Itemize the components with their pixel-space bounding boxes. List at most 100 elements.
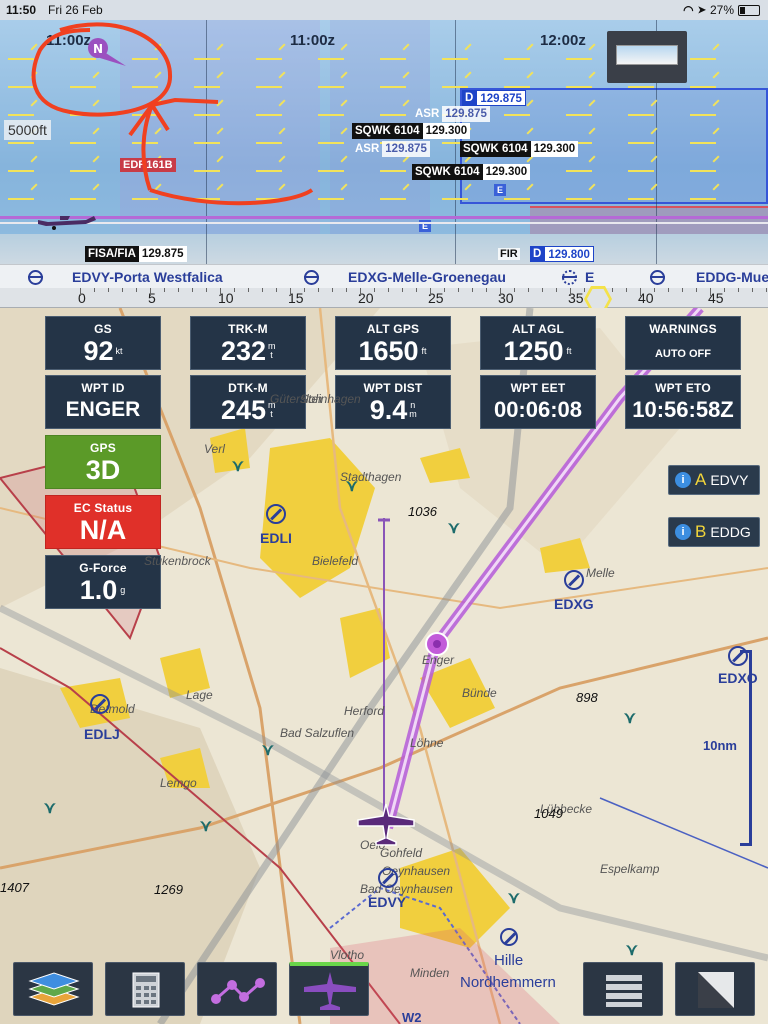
track-display[interactable]: TRK-M 232 mt (190, 316, 306, 370)
calculator-icon (132, 972, 160, 1008)
frequency-tag[interactable]: FISA/FIA 129.875 (85, 246, 187, 262)
wind-barb (566, 190, 592, 200)
split-screen-button[interactable] (675, 962, 755, 1016)
distance-minor-tick (178, 288, 179, 292)
svg-text:N: N (93, 42, 103, 56)
airport-label[interactable]: EDLJ (84, 726, 120, 742)
waypoint-a-button[interactable]: i A EDVY (668, 465, 760, 495)
distance-minor-tick (528, 288, 529, 292)
frequency-tag[interactable]: D 129.800 (530, 246, 594, 262)
distance-minor-tick (458, 288, 459, 292)
wind-barb (504, 50, 530, 60)
calculator-button[interactable] (105, 962, 185, 1016)
north-compass-icon[interactable]: N (84, 34, 128, 70)
frequency-tag[interactable]: SQWK 6104 129.300 (460, 141, 579, 157)
town-label: Lage (186, 688, 213, 702)
wind-barb (566, 50, 592, 60)
wind-barb (628, 134, 654, 144)
wind-barb (504, 78, 530, 88)
wind-barb (690, 106, 716, 116)
distance-minor-tick (556, 288, 557, 292)
frequency-tag[interactable]: ASR 129.875 (352, 141, 430, 157)
distance-minor-tick (80, 288, 81, 296)
distance-minor-tick (612, 288, 613, 292)
waypoint-b-button[interactable]: i B EDDG (668, 517, 760, 547)
alt-agl-display[interactable]: ALT AGL 1250 ft (480, 316, 596, 370)
route-waypoint[interactable]: E (585, 269, 594, 285)
frequency-tag[interactable]: SQWK 6104 129.300 (412, 164, 531, 180)
route-button[interactable] (197, 962, 277, 1016)
wind-turbine-icon: ⋎ (44, 800, 56, 817)
wind-barb (690, 134, 716, 144)
distance-minor-tick (500, 288, 501, 296)
distance-minor-tick (346, 288, 347, 292)
distance-minor-tick (766, 288, 767, 292)
vor-icon (562, 270, 577, 285)
distance-minor-tick (640, 288, 641, 296)
distance-minor-tick (332, 288, 333, 292)
annotation-drawing (31, 22, 314, 206)
distance-minor-tick (206, 288, 207, 292)
layers-icon (28, 972, 80, 1006)
warnings-display[interactable]: WARNINGS AUTO OFF (625, 316, 741, 370)
wpt-id-display[interactable]: WPT ID ENGER (45, 375, 161, 429)
distance-minor-tick (94, 288, 95, 292)
place-label: W2 (402, 1010, 422, 1024)
wind-barb (504, 190, 530, 200)
moving-map[interactable]: GS 92 kt TRK-M 232 mt ALT GPS 1650 ft ALT A… (0, 308, 768, 1024)
town-label: Bielefeld (312, 554, 359, 568)
map-scale-label: 10nm (703, 738, 737, 753)
airport-icon (304, 270, 319, 285)
gps-status-display[interactable]: GPS 3D (45, 435, 161, 489)
airport-icon[interactable] (90, 694, 110, 714)
distance-minor-tick (738, 288, 739, 292)
distance-minor-tick (696, 288, 697, 292)
airport-label[interactable]: EDXG (554, 596, 594, 612)
wind-barb (504, 106, 530, 116)
aircraft-position-icon (357, 803, 415, 846)
status-bar: 11:50 Fri 26 Feb ◠ ➤ 27% (0, 0, 768, 20)
layers-button[interactable] (13, 962, 93, 1016)
route-waypoint[interactable]: EDDG-Mue (696, 269, 768, 285)
wind-turbine-icon: ⋎ (448, 520, 460, 537)
elevation-label: 898 (576, 690, 598, 705)
frequency-tag[interactable]: SQWK 6104 129.300 (352, 123, 471, 139)
profile-thumbnail[interactable] (607, 31, 687, 83)
wind-barb (442, 190, 468, 200)
airport-icon[interactable] (266, 504, 286, 524)
fir-label: FIR (498, 248, 520, 260)
wind-barb (690, 162, 716, 172)
frequency-tag[interactable]: ASR 129.875 (412, 106, 490, 122)
town-label: Löhne (410, 736, 444, 750)
menu-icon (606, 975, 642, 1007)
battery-icon (738, 4, 760, 16)
elevation-label: 1269 (154, 882, 183, 897)
gs-display[interactable]: GS 92 kt (45, 316, 161, 370)
wpt-eet-display[interactable]: WPT EET 00:06:08 (480, 375, 596, 429)
airport-icon (28, 270, 43, 285)
frequency-tag[interactable]: D 129.875 (462, 90, 526, 106)
distance-scale: 0 5 10 15 20 25 30 35 40 45 (0, 288, 768, 308)
vertical-profile[interactable]: 11:00z 11:00z 12:00z 5000ft EDR161B D 129… (0, 20, 768, 264)
wpt-eto-display[interactable]: WPT ETO 10:56:58Z (625, 375, 741, 429)
airport-icon[interactable] (564, 570, 584, 590)
route-strip[interactable]: EDVY-Porta Westfalica EDXG-Melle-Groeneg… (0, 264, 768, 288)
distance-minor-tick (472, 288, 473, 292)
distance-minor-tick (584, 288, 585, 292)
alt-gps-display[interactable]: ALT GPS 1650 ft (335, 316, 451, 370)
airport-icon[interactable] (378, 868, 398, 888)
ec-status-display[interactable]: EC Status N/A (45, 495, 161, 549)
time-label: 12:00z (540, 32, 586, 49)
distance-minor-tick (290, 288, 291, 296)
distance-minor-tick (234, 288, 235, 292)
town-label: Verl (204, 442, 225, 456)
map-scale-bar (740, 650, 752, 846)
wind-barb (628, 162, 654, 172)
distance-minor-tick (542, 288, 543, 292)
route-waypoint[interactable]: EDXG-Melle-Groenegau (348, 269, 506, 285)
route-waypoint[interactable]: EDVY-Porta Westfalica (72, 269, 223, 285)
menu-button[interactable] (583, 962, 663, 1016)
aircraft-button[interactable] (289, 962, 369, 1016)
airport-label[interactable]: EDLI (260, 530, 292, 546)
airport-label[interactable]: EDVY (368, 894, 406, 910)
